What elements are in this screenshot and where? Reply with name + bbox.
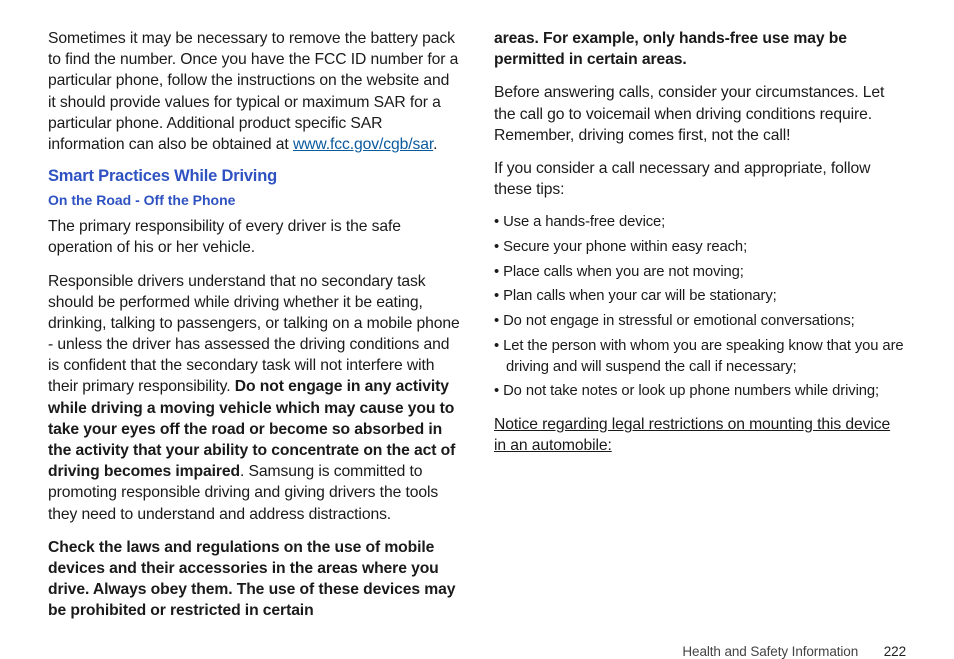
list-item: Do not take notes or look up phone numbe… (494, 381, 906, 402)
section-subheading: On the Road - Off the Phone (48, 192, 460, 208)
tips-list: Use a hands-free device; Secure your pho… (494, 212, 906, 402)
list-item: Place calls when you are not moving; (494, 262, 906, 283)
notice-underline: Notice regarding legal restrictions on m… (494, 416, 890, 454)
continuation-bold: areas. For example, only hands-free use … (494, 28, 906, 70)
right-column: areas. For example, only hands-free use … (494, 28, 906, 634)
page-footer: Health and Safety Information 222 (48, 634, 906, 659)
list-item: Plan calls when your car will be station… (494, 286, 906, 307)
sar-link[interactable]: www.fcc.gov/cgb/sar (293, 136, 433, 153)
list-item: Do not engage in stressful or emotional … (494, 311, 906, 332)
footer-section-title: Health and Safety Information (682, 644, 858, 659)
p2-pre: Responsible drivers understand that no s… (48, 273, 460, 396)
intro-paragraph: Sometimes it may be necessary to remove … (48, 28, 460, 155)
notice-paragraph: Notice regarding legal restrictions on m… (494, 414, 906, 456)
section-heading: Smart Practices While Driving (48, 167, 460, 186)
footer-page-number: 222 (884, 644, 906, 659)
body-paragraph-4: Before answering calls, consider your ci… (494, 82, 906, 146)
left-column: Sometimes it may be necessary to remove … (48, 28, 460, 634)
body-paragraph-3: Check the laws and regulations on the us… (48, 537, 460, 622)
intro-text-pre: Sometimes it may be necessary to remove … (48, 30, 458, 153)
list-item: Use a hands-free device; (494, 212, 906, 233)
list-item: Secure your phone within easy reach; (494, 237, 906, 258)
list-item: Let the person with whom you are speakin… (494, 336, 906, 377)
cont-bold-text: areas. For example, only hands-free use … (494, 30, 847, 68)
intro-text-post: . (433, 136, 437, 153)
p3-bold: Check the laws and regulations on the us… (48, 539, 455, 620)
body-paragraph-5: If you consider a call necessary and app… (494, 158, 906, 200)
body-paragraph-2: Responsible drivers understand that no s… (48, 271, 460, 525)
body-paragraph-1: The primary responsibility of every driv… (48, 216, 460, 258)
